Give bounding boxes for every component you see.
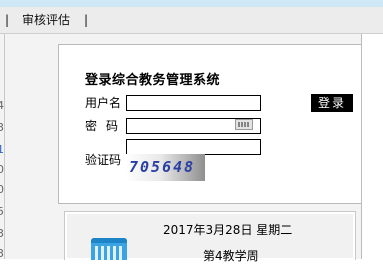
captcha-label: 验证码 [85,153,122,167]
username-input[interactable] [126,95,261,111]
nav-separator: | [84,13,89,27]
captcha-input[interactable] [126,139,261,155]
password-label: 密码 [85,119,128,133]
nav-link-review-evaluation[interactable]: 审核评估 [22,12,70,28]
nav-separator: | [5,13,10,27]
login-button[interactable]: 登录 [311,94,353,112]
login-panel: 登录综合教务管理系统 用户名 密码 验证码 705648 登录 [58,44,362,204]
date-info-panel: 2017年3月28日 星期二 第4教学周 [64,211,356,263]
right-margin [362,34,383,259]
captcha-text: 705648 [129,158,196,176]
top-navigation: | 审核评估 | [0,7,383,34]
username-label: 用户名 [85,96,122,110]
teaching-week: 第4教学周 [203,249,259,263]
captcha-image[interactable]: 705648 [125,154,205,181]
current-date: 2017年3月28日 星期二 [163,223,293,237]
login-title: 登录综合教务管理系统 [85,73,221,88]
calendar-icon [91,238,127,260]
top-strip [0,0,383,7]
keyboard-icon[interactable] [235,119,253,130]
